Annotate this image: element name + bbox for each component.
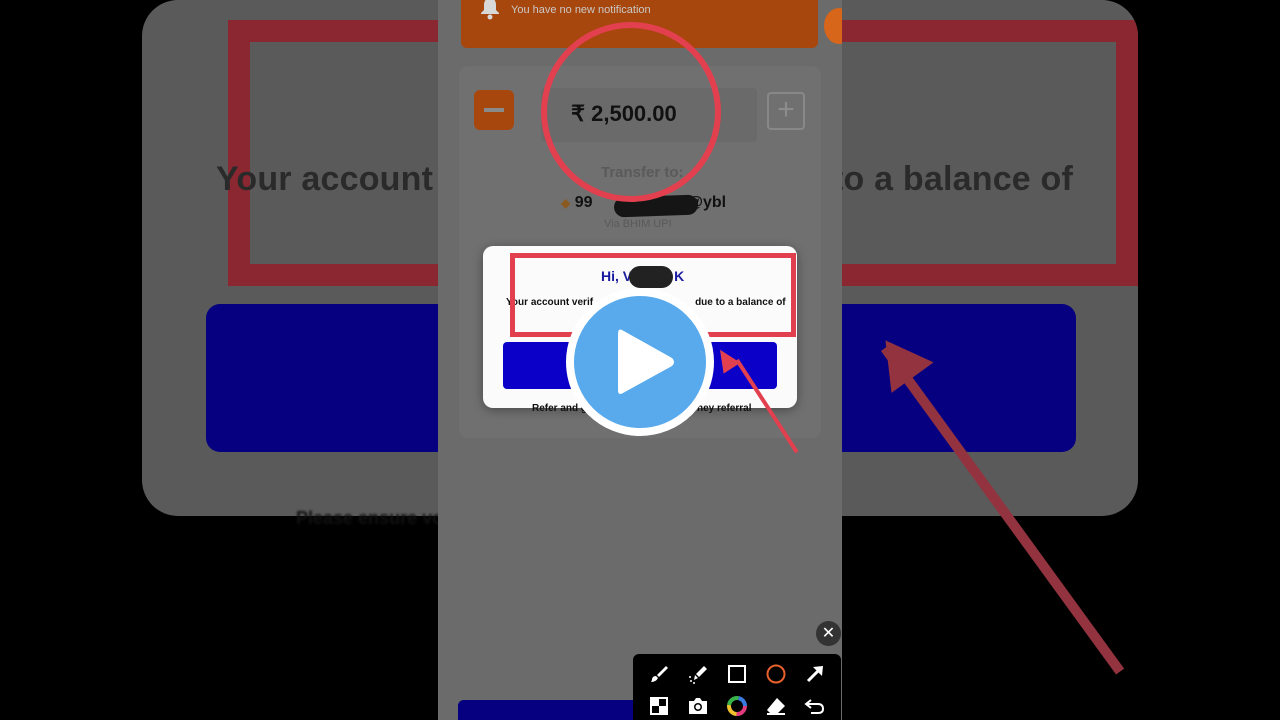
bell-icon <box>479 0 505 22</box>
mosaic-icon[interactable] <box>645 692 673 720</box>
eraser-icon[interactable] <box>762 692 790 720</box>
camera-icon[interactable] <box>684 692 712 720</box>
annotation-toolbar <box>633 654 841 720</box>
background-message-right: to a balance of <box>832 160 1074 198</box>
notification-text: You have no new notification <box>511 4 651 16</box>
undo-icon[interactable] <box>801 692 829 720</box>
decrease-amount-button[interactable] <box>474 90 514 130</box>
brush-icon[interactable] <box>645 660 673 688</box>
bottom-blue-button-outer[interactable] <box>458 700 638 720</box>
circle-icon[interactable] <box>762 660 790 688</box>
play-icon <box>618 329 674 394</box>
rectangle-icon[interactable] <box>723 660 751 688</box>
upi-prefix: 99 <box>574 194 593 211</box>
upi-key-icon: ◆ <box>561 196 571 210</box>
close-toolbar-button[interactable]: ✕ <box>816 621 841 646</box>
arrow-icon[interactable] <box>801 660 829 688</box>
highlighter-icon[interactable] <box>684 660 712 688</box>
under-text-right: ney referral <box>697 403 752 414</box>
color-picker-icon[interactable] <box>723 692 751 720</box>
annotation-circle <box>541 22 721 202</box>
avatar[interactable] <box>824 8 842 44</box>
background-message-left: Your account v <box>216 160 462 198</box>
via-label: Via BHIM UPI <box>604 218 672 230</box>
increase-amount-button[interactable]: + <box>767 92 805 130</box>
video-play-button[interactable] <box>566 288 714 436</box>
